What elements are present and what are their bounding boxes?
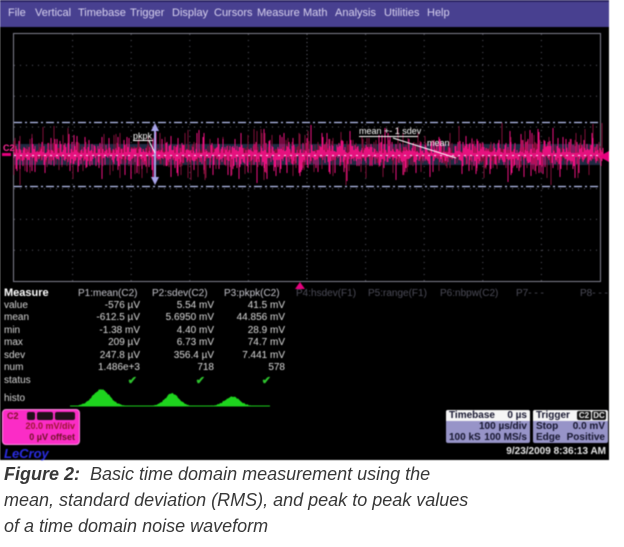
svg-text:C2: C2 (3, 143, 15, 153)
svg-text:pkpk: pkpk (133, 131, 153, 141)
svg-text:mean +- 1 sdev: mean +- 1 sdev (359, 126, 422, 136)
svg-text:mean: mean (427, 138, 450, 148)
